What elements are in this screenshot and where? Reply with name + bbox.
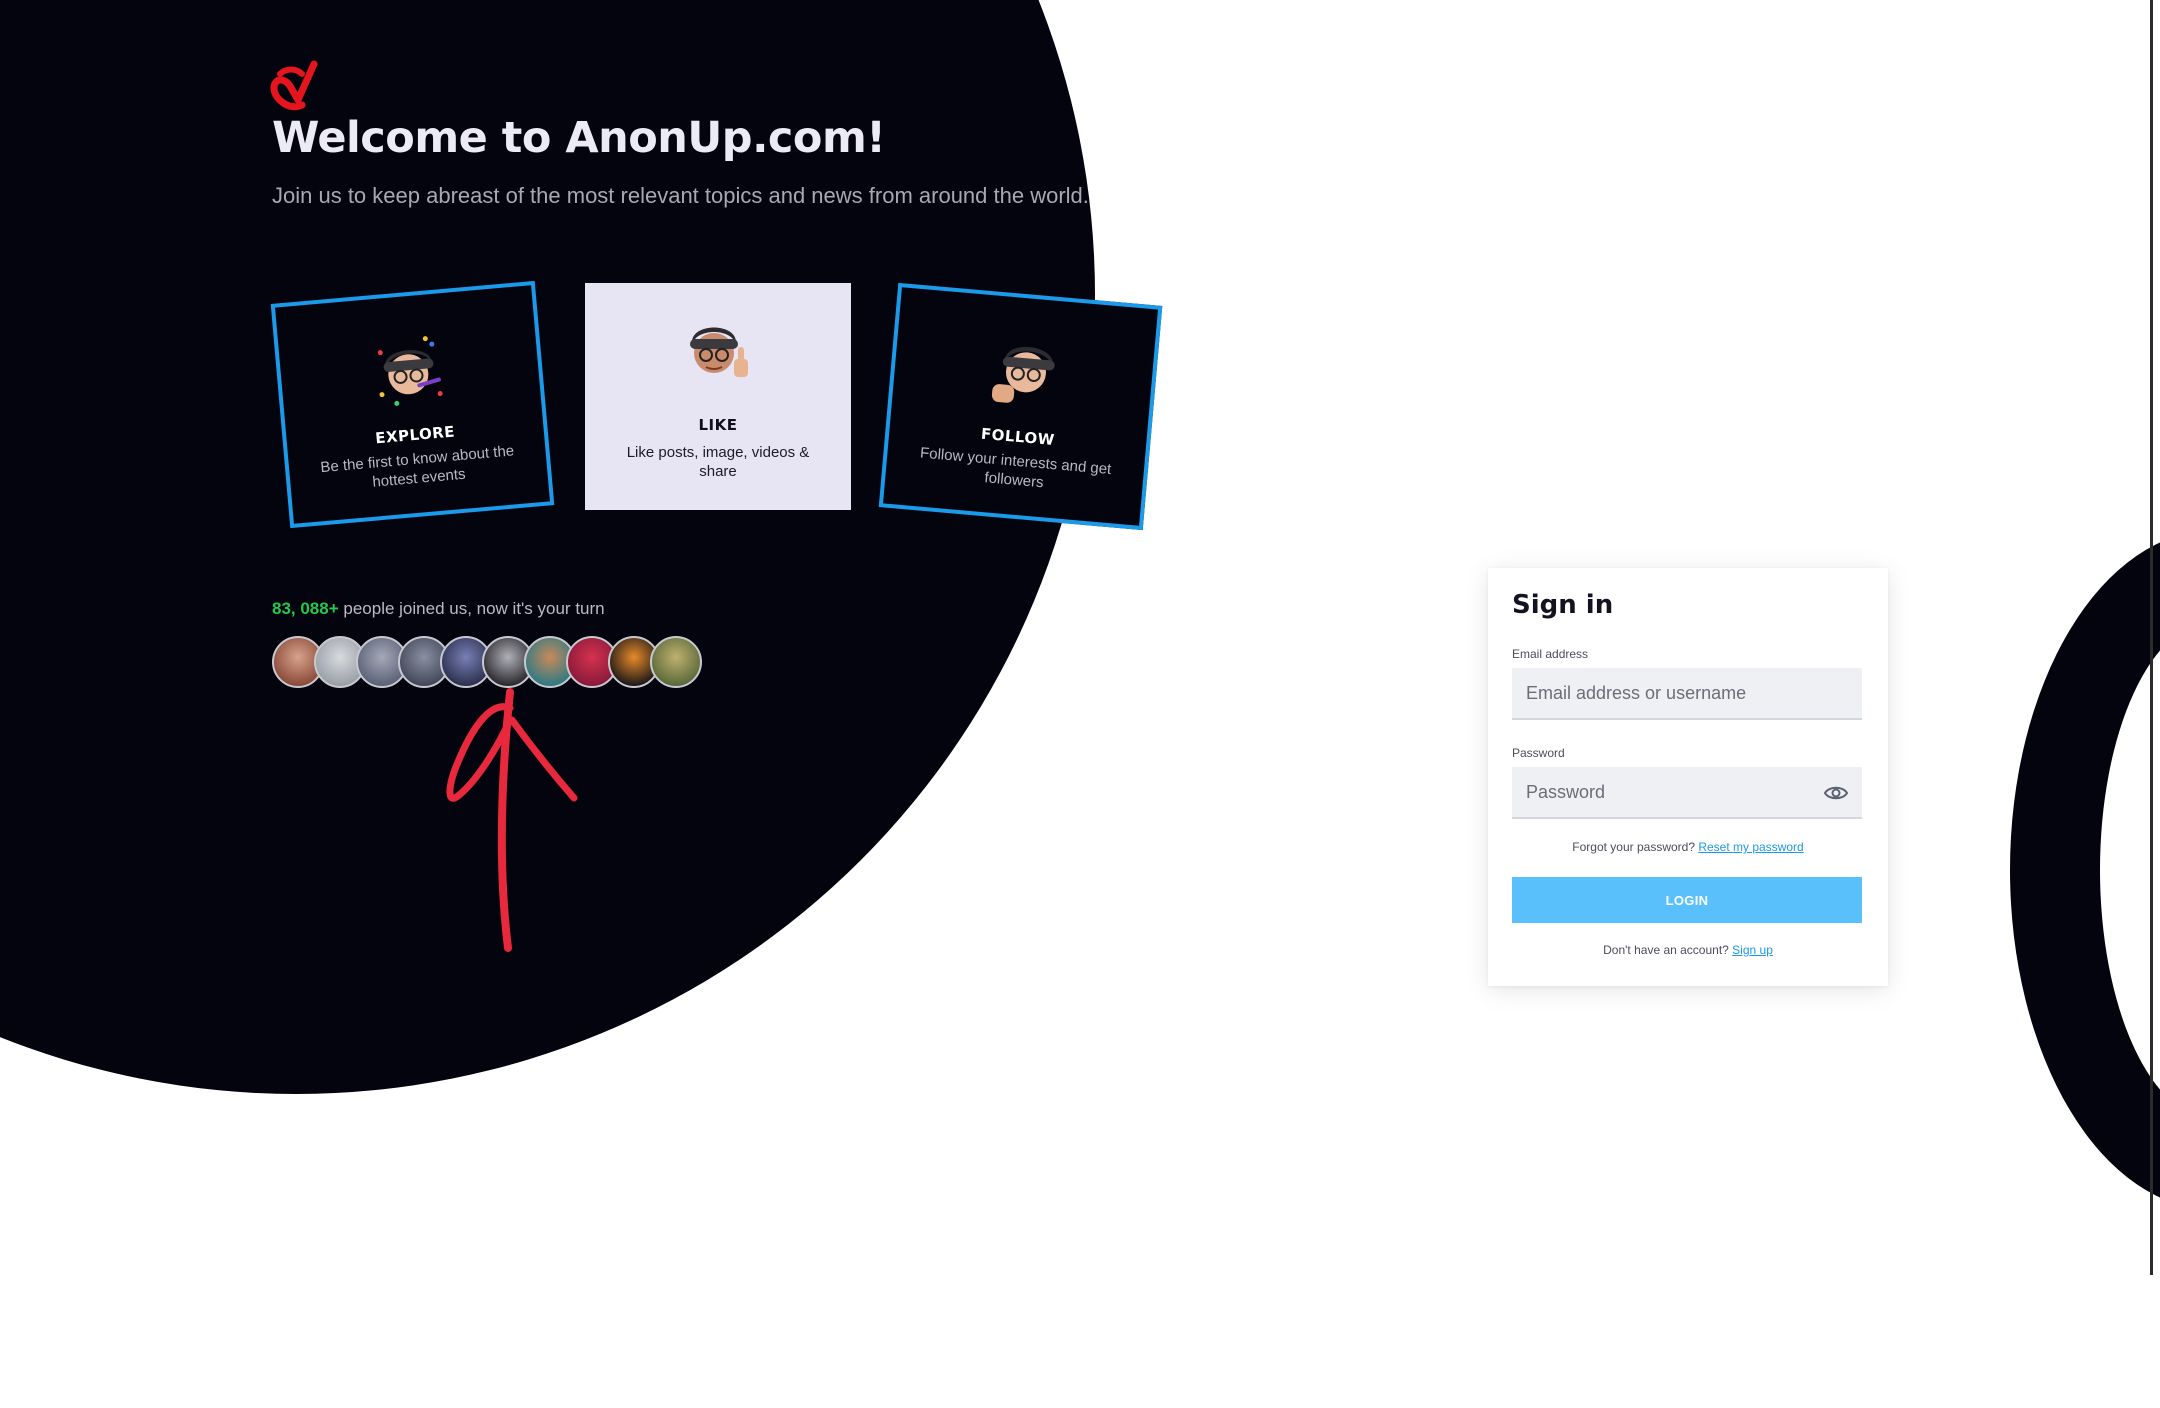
forgot-password-text: Forgot your password? Reset my password bbox=[1488, 840, 1888, 854]
signup-link[interactable]: Sign up bbox=[1732, 943, 1773, 957]
member-avatars bbox=[272, 636, 712, 688]
memoji-party-icon bbox=[377, 336, 443, 406]
login-button[interactable]: LOGIN bbox=[1512, 877, 1862, 923]
email-label: Email address bbox=[1512, 647, 1589, 661]
forgot-password-label: Forgot your password? bbox=[1572, 840, 1699, 854]
show-password-eye-icon[interactable] bbox=[1824, 784, 1848, 802]
signup-prompt: Don't have an account? Sign up bbox=[1488, 943, 1888, 957]
member-avatar[interactable] bbox=[650, 636, 702, 688]
feature-card-like: LIKE Like posts, image, videos & share bbox=[585, 283, 851, 510]
password-label: Password bbox=[1512, 746, 1565, 760]
page-title: Welcome to AnonUp.com! bbox=[272, 113, 886, 163]
signin-card: Sign in Email address Password Forgot yo… bbox=[1488, 568, 1888, 986]
card-description: Like posts, image, videos & share bbox=[626, 444, 810, 480]
card-title: LIKE bbox=[698, 416, 738, 434]
decorative-ring bbox=[2010, 530, 2160, 1210]
anonup-logo-icon[interactable] bbox=[270, 60, 322, 112]
page-subtitle: Join us to keep abreast of the most rele… bbox=[272, 183, 1089, 208]
feature-card-explore: EXPLORE Be the first to know about the h… bbox=[270, 280, 555, 529]
password-field[interactable] bbox=[1512, 767, 1862, 819]
email-field[interactable] bbox=[1512, 668, 1862, 720]
signin-title: Sign in bbox=[1512, 590, 1614, 620]
red-annotation-arrow bbox=[446, 688, 578, 952]
page: Welcome to AnonUp.com! Join us to keep a… bbox=[0, 0, 2160, 1408]
joined-text: people joined us, now it's your turn bbox=[338, 599, 605, 618]
memoji-thumbs-up-icon bbox=[690, 327, 748, 377]
feature-card-follow: FOLLOW Follow your interests and get fol… bbox=[878, 282, 1163, 531]
scrollbar[interactable] bbox=[2150, 0, 2153, 1275]
memoji-fist-bump-icon bbox=[991, 346, 1055, 403]
reset-password-link[interactable]: Reset my password bbox=[1698, 840, 1803, 854]
no-account-label: Don't have an account? bbox=[1603, 943, 1733, 957]
joined-count: 83, 088+ bbox=[272, 599, 339, 618]
joined-count-text: 83, 088+ people joined us, now it's your… bbox=[272, 599, 605, 619]
